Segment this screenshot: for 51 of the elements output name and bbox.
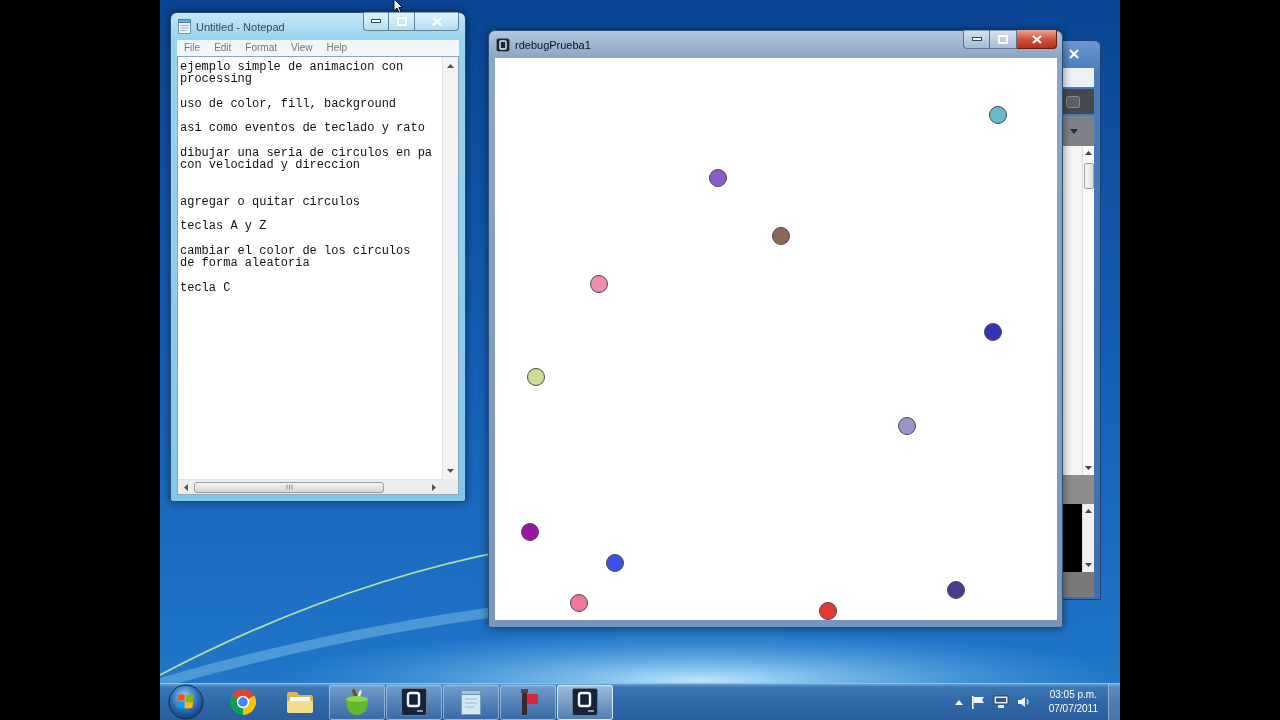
maximize-button[interactable] <box>990 30 1017 49</box>
app-tile-icon <box>496 37 510 52</box>
right-arrow-icon[interactable] <box>432 483 436 491</box>
browser-icon <box>229 688 257 716</box>
minimize-button[interactable] <box>963 30 990 49</box>
cursor-icon <box>393 0 403 13</box>
flag-icon[interactable] <box>970 695 985 709</box>
down-arrow-icon[interactable] <box>1085 563 1092 567</box>
toolbar-button-icon[interactable] <box>1066 95 1080 108</box>
vertical-scrollbar[interactable] <box>1082 504 1094 572</box>
window-title: Untitled - Notepad <box>196 20 285 33</box>
menu-strip <box>1063 68 1094 87</box>
caret-icon[interactable] <box>954 699 963 705</box>
close-icon <box>1031 34 1042 44</box>
tab-arrow-icon[interactable] <box>1070 127 1078 135</box>
clock-button[interactable]: 03:05 p.m. 07/07/2011 <box>1048 688 1098 716</box>
close-button[interactable] <box>1017 30 1057 49</box>
speaker-icon[interactable] <box>1016 696 1031 708</box>
maximize-icon <box>396 16 407 26</box>
start-button[interactable] <box>165 684 207 720</box>
down-arrow-icon[interactable] <box>447 469 454 473</box>
left-arrow-icon[interactable] <box>184 483 188 491</box>
maximize-icon <box>998 34 1008 44</box>
grip-icon <box>285 484 293 490</box>
folder-icon <box>286 690 314 714</box>
minimize-icon <box>971 37 982 41</box>
down-arrow-icon[interactable] <box>1085 466 1092 470</box>
taskbar-button[interactable] <box>386 684 442 720</box>
minimize-icon <box>371 19 381 23</box>
app-tile-icon <box>572 688 598 716</box>
taskbar-button[interactable] <box>557 684 613 720</box>
up-arrow-icon[interactable] <box>1085 151 1092 155</box>
window-title: rdebugPrueba1 <box>515 38 591 51</box>
start-orb-icon <box>168 684 204 720</box>
up-arrow-icon[interactable] <box>447 64 454 68</box>
close-icon <box>431 16 442 26</box>
close-icon[interactable] <box>1069 49 1079 59</box>
message-strip <box>1063 475 1094 504</box>
document-text: ejemplo simple de animacion con processing uso de color, fill, background asi como eventos de teclado y rato dibujar una seria de circulos en pa con velocidad y direccion agregar o quitar circulos teclas A y Z cambiar el color de los circulos de forma aleatoria tecla C <box>179 59 434 297</box>
notepad-icon <box>459 689 483 715</box>
vertical-scrollbar[interactable] <box>1082 146 1094 475</box>
notepad-icon <box>178 19 191 34</box>
network-icon[interactable] <box>992 695 1009 709</box>
taskbar-button[interactable] <box>500 684 556 720</box>
app-tile-icon <box>401 688 427 716</box>
status-strip <box>1063 572 1094 597</box>
bag-icon <box>343 688 371 716</box>
scrollbar-thumb[interactable] <box>194 481 384 493</box>
up-arrow-icon[interactable] <box>1085 509 1092 513</box>
scrollbar-corner <box>442 479 458 494</box>
scrollbar-thumb[interactable] <box>1083 163 1094 189</box>
